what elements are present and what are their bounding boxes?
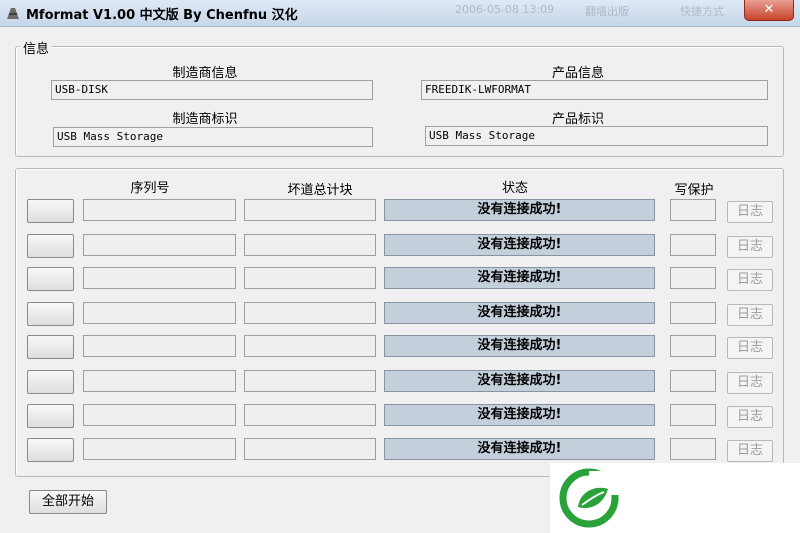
close-button[interactable]: ✕ <box>744 0 794 21</box>
manufacturer-id-label: 制造商标识 <box>172 112 238 127</box>
status-field: 没有连接成功! <box>384 404 655 426</box>
app-icon <box>7 8 19 19</box>
bad-blocks-field <box>244 438 376 460</box>
device-select-button[interactable] <box>27 404 74 428</box>
leaf-logo-icon <box>559 468 619 528</box>
device-select-button[interactable] <box>27 234 74 258</box>
product-id-field[interactable]: USB Mass Storage <box>425 126 768 146</box>
bad-blocks-field <box>244 370 376 392</box>
manufacturer-info-field[interactable]: USB-DISK <box>51 80 373 100</box>
write-protect-header: 写保护 <box>674 183 714 198</box>
device-select-button[interactable] <box>27 267 74 291</box>
background-window-text: 快捷方式 <box>680 5 724 18</box>
background-window-text: 翻墙出版 <box>585 5 629 18</box>
watermark-logo <box>550 463 800 533</box>
log-button[interactable]: 日志 <box>727 201 773 223</box>
serial-number-field <box>83 438 236 460</box>
serial-number-field <box>83 267 236 289</box>
log-button[interactable]: 日志 <box>727 304 773 326</box>
product-info-field[interactable]: FREEDIK-LWFORMAT <box>421 80 768 100</box>
status-field: 没有连接成功! <box>384 199 655 221</box>
write-protect-field <box>670 438 716 460</box>
status-field: 没有连接成功! <box>384 370 655 392</box>
status-field: 没有连接成功! <box>384 234 655 256</box>
start-all-label: 全部开始 <box>41 494 94 509</box>
bad-blocks-field <box>244 335 376 357</box>
status-field: 没有连接成功! <box>384 335 655 357</box>
status-field: 没有连接成功! <box>384 302 655 324</box>
write-protect-field <box>670 267 716 289</box>
serial-number-field <box>83 404 236 426</box>
write-protect-field <box>670 302 716 324</box>
status-field: 没有连接成功! <box>384 438 655 460</box>
bad-blocks-field <box>244 302 376 324</box>
manufacturer-info-label: 制造商信息 <box>172 66 238 81</box>
product-info-label: 产品信息 <box>551 66 604 81</box>
device-select-button[interactable] <box>27 302 74 326</box>
log-button[interactable]: 日志 <box>727 440 773 462</box>
serial-number-field <box>83 302 236 324</box>
serial-number-field <box>83 335 236 357</box>
status-header: 状态 <box>501 181 528 196</box>
manufacturer-id-field[interactable]: USB Mass Storage <box>53 127 373 147</box>
bad-blocks-header: 坏道总计块 <box>287 183 353 198</box>
serial-number-field <box>83 370 236 392</box>
write-protect-field <box>670 404 716 426</box>
status-field: 没有连接成功! <box>384 267 655 289</box>
bad-blocks-field <box>244 234 376 256</box>
serial-number-header: 序列号 <box>130 181 170 196</box>
product-id-label: 产品标识 <box>551 112 604 127</box>
write-protect-field <box>670 335 716 357</box>
title-bar: Mformat V1.00 中文版 By Chenfnu 汉化 2006-05-… <box>0 0 800 27</box>
serial-number-field <box>83 234 236 256</box>
device-select-button[interactable] <box>27 370 74 394</box>
window-title: Mformat V1.00 中文版 By Chenfnu 汉化 <box>26 8 298 23</box>
serial-number-field <box>83 199 236 221</box>
bad-blocks-field <box>244 404 376 426</box>
device-select-button[interactable] <box>27 335 74 359</box>
log-button[interactable]: 日志 <box>727 406 773 428</box>
log-button[interactable]: 日志 <box>727 372 773 394</box>
bad-blocks-field <box>244 199 376 221</box>
write-protect-field <box>670 199 716 221</box>
bad-blocks-field <box>244 267 376 289</box>
device-select-button[interactable] <box>27 199 74 223</box>
close-icon: ✕ <box>763 2 775 17</box>
info-group-legend: 信息 <box>20 38 53 57</box>
write-protect-field <box>670 370 716 392</box>
log-button[interactable]: 日志 <box>727 337 773 359</box>
log-button[interactable]: 日志 <box>727 269 773 291</box>
device-select-button[interactable] <box>27 438 74 462</box>
background-window-text: 2006-05-08 13:09 <box>455 3 555 16</box>
start-all-button[interactable]: 全部开始 <box>29 490 107 514</box>
write-protect-field <box>670 234 716 256</box>
log-button[interactable]: 日志 <box>727 236 773 258</box>
